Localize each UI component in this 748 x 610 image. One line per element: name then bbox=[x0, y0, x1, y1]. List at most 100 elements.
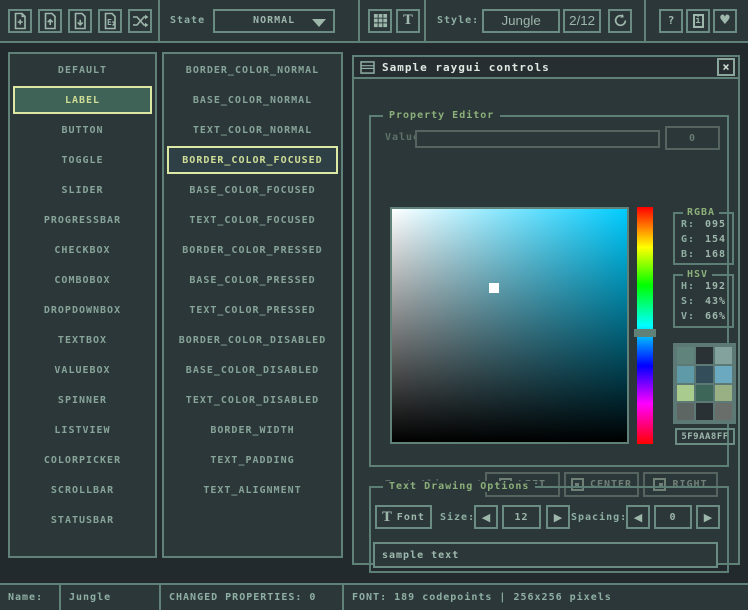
style-table-button[interactable] bbox=[368, 9, 392, 33]
status-name-label: Name: bbox=[8, 592, 43, 603]
color-swatch[interactable] bbox=[715, 385, 732, 402]
property-list-item[interactable]: BORDER_COLOR_DISABLED bbox=[167, 326, 338, 354]
sponsor-button[interactable]: ♥ bbox=[713, 9, 737, 33]
window-titlebar[interactable]: Sample raygui controls × bbox=[354, 57, 738, 79]
control-list-item[interactable]: SCROLLBAR bbox=[13, 476, 152, 504]
rgba-group: RGBA R:095G:154B:168 bbox=[673, 212, 734, 265]
control-list-item[interactable]: TOGGLE bbox=[13, 146, 152, 174]
property-list-item[interactable]: TEXT_PADDING bbox=[167, 446, 338, 474]
chevron-down-icon bbox=[312, 19, 326, 27]
property-list-item[interactable]: BASE_COLOR_PRESSED bbox=[167, 266, 338, 294]
toolbar-style-section: Style: Jungle 2/12 bbox=[426, 0, 646, 41]
property-list-item[interactable]: TEXT_COLOR_PRESSED bbox=[167, 296, 338, 324]
control-list-item[interactable]: DEFAULT bbox=[13, 56, 152, 84]
hue-handle[interactable] bbox=[634, 329, 656, 337]
control-list-item[interactable]: STATUSBAR bbox=[13, 506, 152, 534]
save-file-button[interactable] bbox=[68, 9, 92, 33]
spacing-increase-button[interactable]: ▶ bbox=[696, 505, 720, 529]
close-button[interactable]: × bbox=[717, 58, 735, 76]
state-label: State bbox=[170, 15, 205, 26]
size-value-box[interactable]: 12 bbox=[502, 505, 541, 529]
control-list-item[interactable]: LABEL bbox=[13, 86, 152, 114]
property-list-item[interactable]: BORDER_COLOR_FOCUSED bbox=[167, 146, 338, 174]
new-file-button[interactable] bbox=[8, 9, 32, 33]
toolbar-file-section: E bbox=[0, 0, 160, 41]
hex-color-value: 5F9AA8FF bbox=[681, 432, 728, 442]
control-list-item[interactable]: PROGRESSBAR bbox=[13, 206, 152, 234]
svg-text:E: E bbox=[107, 18, 112, 27]
control-list-item[interactable]: TEXTBOX bbox=[13, 326, 152, 354]
style-name-button[interactable]: Jungle bbox=[482, 9, 560, 33]
reload-icon bbox=[613, 13, 628, 28]
control-list-item[interactable]: COMBOBOX bbox=[13, 266, 152, 294]
color-swatch[interactable] bbox=[677, 385, 694, 402]
property-list-item[interactable]: BASE_COLOR_FOCUSED bbox=[167, 176, 338, 204]
color-swatch[interactable] bbox=[677, 347, 694, 364]
value-apply-button[interactable]: 0 bbox=[665, 126, 720, 150]
arrow-right-icon: ▶ bbox=[704, 511, 712, 524]
arrow-left-icon: ◀ bbox=[482, 511, 490, 524]
property-list-item[interactable]: BASE_COLOR_NORMAL bbox=[167, 86, 338, 114]
size-increase-button[interactable]: ▶ bbox=[546, 505, 570, 529]
info-button[interactable]: i bbox=[686, 9, 710, 33]
status-name-label-cell: Name: bbox=[0, 585, 61, 610]
help-button[interactable]: ? bbox=[659, 9, 683, 33]
style-counter-button[interactable]: 2/12 bbox=[563, 9, 601, 33]
color-swatch[interactable] bbox=[715, 366, 732, 383]
hsv-row: S:43% bbox=[675, 294, 732, 309]
color-swatch[interactable] bbox=[677, 366, 694, 383]
spacing-decrease-button[interactable]: ◀ bbox=[626, 505, 650, 529]
font-editor-button[interactable]: T bbox=[396, 9, 420, 33]
color-swatch[interactable] bbox=[715, 347, 732, 364]
hue-bar[interactable] bbox=[637, 207, 653, 444]
spacing-label: Spacing: bbox=[571, 512, 627, 523]
property-editor-label: Property Editor bbox=[383, 110, 500, 121]
color-swatch[interactable] bbox=[696, 403, 713, 420]
property-list-item[interactable]: TEXT_COLOR_FOCUSED bbox=[167, 206, 338, 234]
value-input[interactable] bbox=[415, 130, 660, 148]
property-list-item[interactable]: BORDER_COLOR_PRESSED bbox=[167, 236, 338, 264]
control-list-item[interactable]: CHECKBOX bbox=[13, 236, 152, 264]
hsv-row: V:66% bbox=[675, 309, 732, 324]
size-decrease-button[interactable]: ◀ bbox=[474, 505, 498, 529]
spacing-value: 0 bbox=[669, 512, 676, 523]
sample-text-value: sample text bbox=[382, 550, 459, 561]
color-swatch[interactable] bbox=[696, 347, 713, 364]
property-list-item[interactable]: TEXT_COLOR_DISABLED bbox=[167, 386, 338, 414]
control-list-item[interactable]: BUTTON bbox=[13, 116, 152, 144]
hex-color-input[interactable]: 5F9AA8FF bbox=[675, 428, 735, 445]
property-list-item[interactable]: BORDER_COLOR_NORMAL bbox=[167, 56, 338, 84]
rgba-title: RGBA bbox=[683, 207, 719, 218]
status-font-cell: FONT: 189 codepoints | 256x256 pixels bbox=[344, 585, 748, 610]
control-list-item[interactable]: SPINNER bbox=[13, 386, 152, 414]
property-list-item[interactable]: BORDER_WIDTH bbox=[167, 416, 338, 444]
rgba-rows: R:095G:154B:168 bbox=[675, 214, 732, 262]
open-file-button[interactable] bbox=[38, 9, 62, 33]
control-list-item[interactable]: VALUEBOX bbox=[13, 356, 152, 384]
spacing-value-box[interactable]: 0 bbox=[654, 505, 692, 529]
control-list-item[interactable]: SLIDER bbox=[13, 176, 152, 204]
control-list-item[interactable]: DROPDOWNBOX bbox=[13, 296, 152, 324]
font-button[interactable]: T Font bbox=[375, 505, 432, 529]
control-list-item[interactable]: COLORPICKER bbox=[13, 446, 152, 474]
random-style-button[interactable] bbox=[128, 9, 152, 33]
export-file-button[interactable]: E bbox=[98, 9, 122, 33]
color-panel[interactable] bbox=[390, 207, 629, 444]
reload-style-button[interactable] bbox=[608, 9, 632, 33]
toolbar-view-section: T bbox=[360, 0, 426, 41]
color-swatch[interactable] bbox=[696, 366, 713, 383]
sample-text-input[interactable]: sample text bbox=[373, 542, 718, 568]
window-body: Property Editor Value: 0 RGBA R:095G:154… bbox=[354, 79, 738, 563]
color-swatch[interactable] bbox=[696, 385, 713, 402]
control-list-item[interactable]: LISTVIEW bbox=[13, 416, 152, 444]
property-list-item[interactable]: BASE_COLOR_DISABLED bbox=[167, 356, 338, 384]
style-name-value: Jungle bbox=[501, 13, 540, 28]
property-list-item[interactable]: TEXT_COLOR_NORMAL bbox=[167, 116, 338, 144]
size-value: 12 bbox=[514, 512, 528, 523]
color-swatch[interactable] bbox=[715, 403, 732, 420]
hsv-title: HSV bbox=[683, 269, 712, 280]
state-dropdown[interactable]: NORMAL bbox=[213, 9, 335, 33]
color-cursor[interactable] bbox=[489, 283, 499, 293]
property-list-item[interactable]: TEXT_ALIGNMENT bbox=[167, 476, 338, 504]
color-swatch[interactable] bbox=[677, 403, 694, 420]
